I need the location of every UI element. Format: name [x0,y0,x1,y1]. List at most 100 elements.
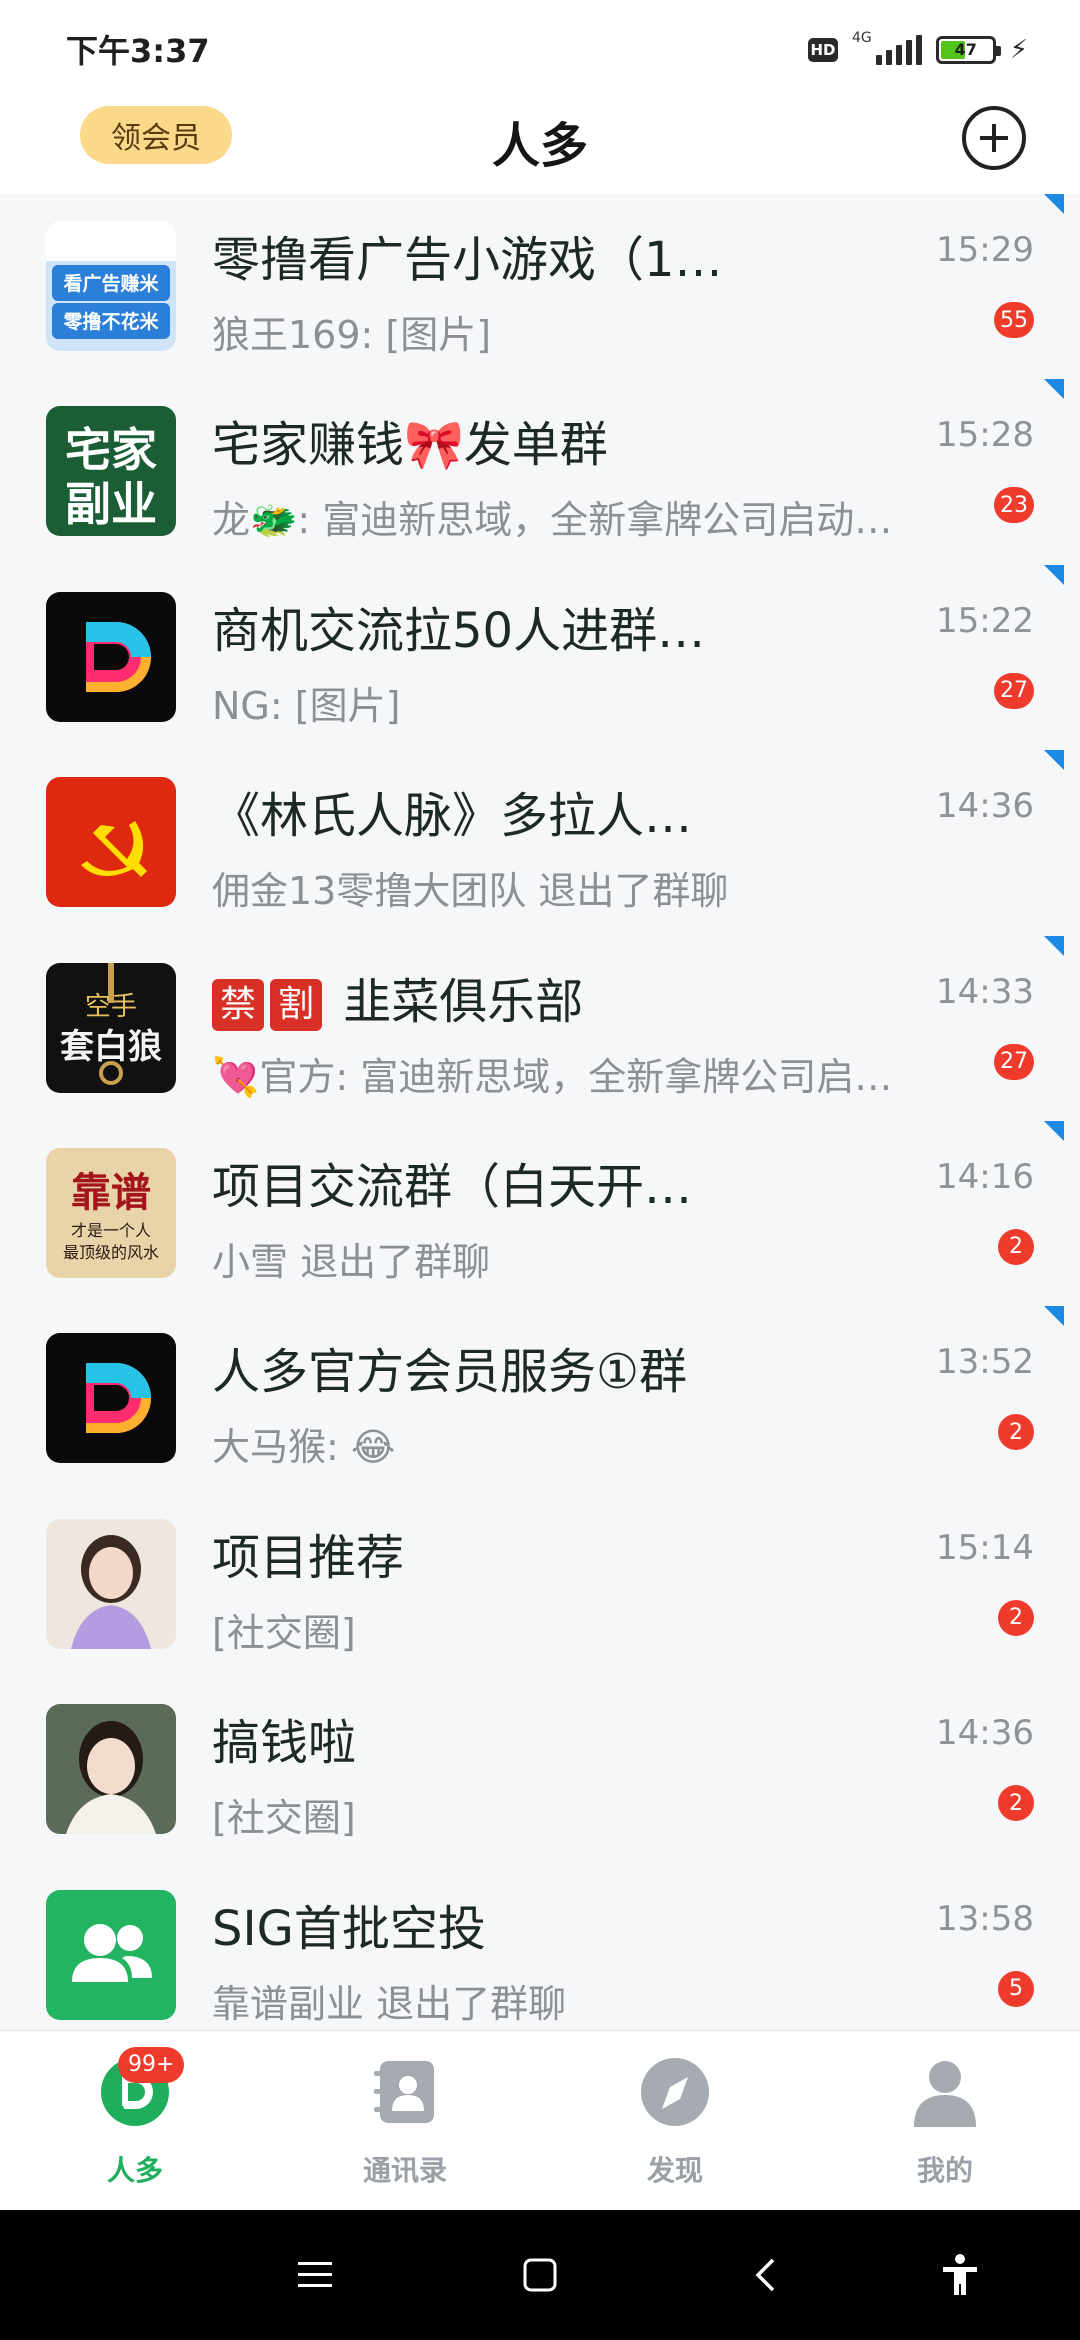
user-avatar [46,1518,176,1649]
cut-tag: 割 [270,978,322,1031]
svg-text:靠谱: 靠谱 [71,1169,151,1216]
svg-text:副业: 副业 [65,477,157,531]
group-default-avatar [46,1889,176,2020]
chat-row[interactable]: 搞钱啦 [社交圈] 14:36 2 [0,1677,1080,1862]
chat-name-text: 韭菜俱乐部 [343,973,584,1030]
chat-preview: 狼王169: [图片] [212,313,492,357]
compass-icon [641,2058,709,2126]
status-bar: 下午3:37 HD 4G 47 ⚡ [0,0,1080,96]
pinned-corner-mark [1044,935,1064,956]
tab-label: 我的 [916,2154,973,2187]
bottom-tab-bar: 99+ 人多 通讯录 发现 我的 [0,2030,1080,2211]
chat-preview: 龙🐲: 富迪新思域，全新拿牌公司启动… [212,498,893,543]
tab-unread-badge: 99+ [118,2047,185,2083]
chat-time: 15:22 [936,600,1034,641]
chat-row[interactable]: 宅家 副业 宅家赚钱🎀发单群 龙🐲: 富迪新思域，全新拿牌公司启动… 15:28… [0,379,1080,564]
tab-discover[interactable]: 发现 [540,2031,810,2211]
svg-text:最顶级的风水: 最顶级的风水 [63,1243,159,1262]
person-icon [914,2061,976,2127]
chat-preview: 大马猴: 😂 [212,1425,396,1470]
chat-preview: 靠谱副业 退出了群聊 [212,1981,567,2026]
contacts-book-icon [374,2061,434,2123]
chat-row[interactable]: 人多官方会员服务①群 大马猴: 😂 13:52 2 [0,1306,1080,1491]
chat-row[interactable]: 靠谱 才是一个人 最顶级的风水 项目交流群（白天开… 小雪 退出了群聊 14:1… [0,1120,1080,1306]
signal-icon [875,35,922,65]
chat-name: 项目推荐 [212,1529,405,1586]
unread-badge: 2 [998,1599,1034,1636]
user-avatar [46,1704,176,1835]
app-header: 领会员 人多 [0,96,1080,194]
back-icon[interactable] [720,2210,810,2340]
ban-tag: 禁 [212,978,264,1031]
group-avatar: 看广告赚米 零撸不花米 [46,221,176,351]
chat-time: 15:28 [936,415,1034,456]
chat-name: 《林氏人脉》多拉人… [212,788,693,845]
svg-text:零撸不花米: 零撸不花米 [62,310,159,333]
chat-preview: NG: [图片] [212,683,401,728]
chat-name: 零撸看广告小游戏（1… [212,232,723,288]
group-avatar: 宅家 副业 [46,406,176,537]
chat-row[interactable]: 空手 套白狼 禁割 韭菜俱乐部 💘官方: 富迪新思域，全新拿牌公司启… 14:3… [0,935,1080,1121]
app-logo-avatar [46,1333,176,1464]
tab-me[interactable]: 我的 [810,2031,1080,2211]
chat-row[interactable]: 商机交流拉50人进群… NG: [图片] 15:22 27 [0,564,1080,750]
group-avatar: 空手 套白狼 [46,962,176,1093]
svg-text:看广告赚米: 看广告赚米 [62,272,159,295]
chat-name: 搞钱啦 [212,1715,357,1772]
pinned-corner-mark [1044,194,1064,214]
pinned-corner-mark [1044,1306,1064,1327]
unread-badge: 5 [998,1970,1034,2007]
chat-list[interactable]: 看广告赚米 零撸不花米 零撸看广告小游戏（1… 狼王169: [图片] 15:2… [0,194,1080,2029]
unread-badge: 27 [994,672,1034,709]
pinned-corner-mark [1044,1120,1064,1141]
tab-contacts[interactable]: 通讯录 [270,2031,540,2211]
chat-row[interactable]: 《林氏人脉》多拉人… 佣金13零撸大团队 退出了群聊 14:36 [0,750,1080,935]
chat-preview: 💘官方: 富迪新思域，全新拿牌公司启… [212,1054,893,1099]
chat-row[interactable]: SIG首批空投 靠谱副业 退出了群聊 13:58 5 [0,1863,1080,2029]
status-icons: HD 4G 47 ⚡ [807,30,1028,70]
chat-name: SIG首批空投 [212,1900,486,1957]
plus-circle-icon[interactable] [962,106,1026,170]
unread-badge: 2 [998,1785,1034,1822]
chat-name: 宅家赚钱🎀发单群 [212,417,608,474]
battery-level: 47 [954,40,977,59]
home-icon[interactable] [495,2210,585,2340]
tab-label: 人多 [106,2154,163,2187]
chat-name: 商机交流拉50人进群… [212,602,706,659]
menu-icon[interactable] [270,2210,360,2340]
chat-row[interactable]: 看广告赚米 零撸不花米 零撸看广告小游戏（1… 狼王169: [图片] 15:2… [0,194,1080,379]
chat-time: 14:36 [936,786,1034,827]
chat-row[interactable]: 项目推荐 [社交圈] 15:14 2 [0,1492,1080,1677]
unread-badge: 23 [994,487,1034,524]
svg-text:空手: 空手 [85,992,137,1022]
hd-icon: HD [807,38,838,62]
chat-time: 15:29 [936,230,1034,270]
tab-renduo[interactable]: 99+ 人多 [0,2031,270,2211]
svg-text:宅家: 宅家 [65,423,157,477]
chat-name: 禁割 韭菜俱乐部 [212,962,932,1032]
chat-time: 13:52 [936,1342,1034,1383]
chat-preview: 佣金13零撸大团队 退出了群聊 [212,869,729,914]
chat-preview: [社交圈] [212,1796,356,1841]
chat-time: 13:58 [936,1898,1034,1939]
accessibility-icon[interactable] [915,2210,1005,2340]
status-time: 下午3:37 [66,32,210,70]
chat-name: 项目交流群（白天开… [212,1158,693,1215]
group-avatar: 靠谱 才是一个人 最顶级的风水 [46,1147,176,1278]
page-title: 人多 [491,118,588,174]
app-logo-avatar [46,591,176,722]
unread-badge: 2 [998,1228,1034,1265]
unread-badge: 55 [994,302,1034,338]
unread-badge: 27 [994,1043,1034,1080]
chat-preview: 小雪 退出了群聊 [212,1239,491,1284]
chat-time: 15:14 [936,1527,1034,1568]
chat-time: 14:33 [936,971,1034,1012]
pinned-corner-mark [1044,564,1064,585]
chat-preview: [社交圈] [212,1610,356,1655]
party-emblem-avatar [46,777,176,908]
tab-label: 通讯录 [362,2154,447,2187]
network-type: 4G [851,30,872,46]
chat-name: 人多官方会员服务①群 [212,1344,688,1401]
battery-icon: 47 [935,36,1001,64]
svg-text:才是一个人: 才是一个人 [71,1221,151,1240]
